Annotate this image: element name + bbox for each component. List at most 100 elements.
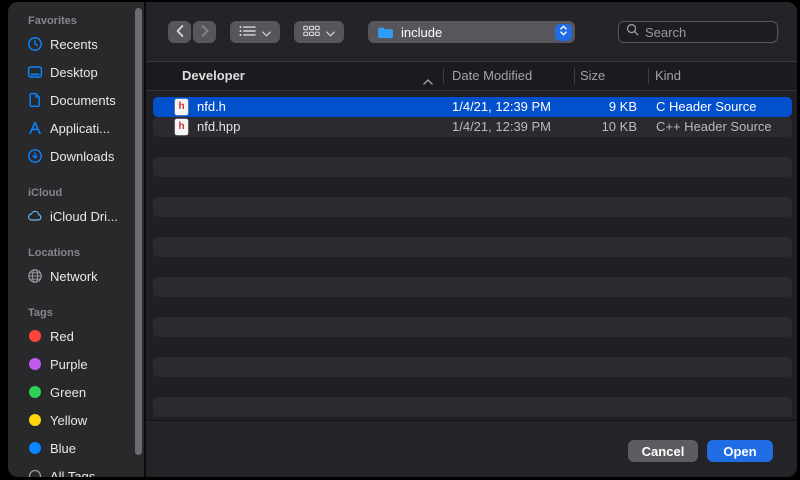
column-header-date-modified[interactable]: Date Modified <box>452 62 532 90</box>
circle-outline-icon <box>26 468 43 478</box>
column-header-size[interactable]: Size <box>580 62 605 90</box>
sidebar-item-documents[interactable]: Documents <box>8 86 144 114</box>
tag-dot-yellow <box>29 414 41 426</box>
sidebar-item-downloads[interactable]: Downloads <box>8 142 144 170</box>
screen: Favorites Recents Desktop Documents <box>0 0 800 480</box>
sidebar-item-label: Network <box>50 269 98 284</box>
list-view-dropdown[interactable] <box>230 21 280 43</box>
folder-stepper-button[interactable] <box>555 24 572 41</box>
cloud-icon <box>26 208 43 225</box>
sidebar-section-favorites: Favorites <box>8 12 144 30</box>
sidebar-item-label: Green <box>50 385 86 400</box>
sidebar-item-label: Applicati... <box>50 121 110 136</box>
sidebar-item-applications[interactable]: Applicati... <box>8 114 144 142</box>
file-name: nfd.hpp <box>197 117 240 137</box>
empty-row <box>153 217 792 237</box>
sidebar-scrollbar[interactable] <box>135 8 142 455</box>
column-divider <box>574 68 575 84</box>
file-list: h nfd.h 1/4/21, 12:39 PM 9 KB C Header S… <box>146 91 797 420</box>
sidebar-section-tags: Tags <box>8 304 144 322</box>
file-name: nfd.h <box>197 97 226 117</box>
sidebar-item-all-tags[interactable]: All Tags <box>8 462 144 477</box>
chevron-down-icon <box>262 25 271 40</box>
cpp-header-file-icon: h <box>175 119 188 135</box>
empty-row <box>153 317 792 337</box>
file-date: 1/4/21, 12:39 PM <box>452 117 551 137</box>
sidebar-item-recents[interactable]: Recents <box>8 30 144 58</box>
sidebar-section-icloud: iCloud <box>8 184 144 202</box>
tag-dot-purple <box>29 358 41 370</box>
sidebar-item-label: Purple <box>50 357 88 372</box>
sidebar-item-tag-purple[interactable]: Purple <box>8 350 144 378</box>
table-column-header: Developer Date Modified Size Kind <box>146 61 797 91</box>
dialog-footer: Cancel Open <box>146 420 797 477</box>
tag-dot-red <box>29 330 41 342</box>
current-folder-label: include <box>401 25 548 40</box>
sidebar-item-desktop[interactable]: Desktop <box>8 58 144 86</box>
search-icon <box>626 23 639 41</box>
group-view-dropdown[interactable] <box>294 21 344 43</box>
cancel-button[interactable]: Cancel <box>628 440 698 462</box>
download-circle-icon <box>26 148 43 165</box>
file-date: 1/4/21, 12:39 PM <box>452 97 551 117</box>
sidebar-item-label: Yellow <box>50 413 87 428</box>
file-open-dialog: Favorites Recents Desktop Documents <box>8 2 797 477</box>
sidebar-item-label: Downloads <box>50 149 114 164</box>
globe-icon <box>26 268 43 285</box>
empty-row <box>153 377 792 397</box>
empty-row <box>153 257 792 277</box>
chevron-left-icon <box>176 25 184 40</box>
empty-row <box>153 177 792 197</box>
sidebar-item-label: All Tags <box>50 469 95 478</box>
sidebar-item-icloud-drive[interactable]: iCloud Dri... <box>8 202 144 230</box>
empty-row <box>153 197 792 217</box>
tag-dot-blue <box>29 442 41 454</box>
sidebar-item-label: Red <box>50 329 74 344</box>
search-field[interactable] <box>618 21 778 43</box>
search-input[interactable] <box>645 25 770 40</box>
empty-row <box>153 137 792 157</box>
empty-row <box>153 337 792 357</box>
empty-row <box>153 357 792 377</box>
column-header-name[interactable]: Developer <box>182 62 245 90</box>
folder-icon <box>377 26 394 39</box>
empty-row <box>153 237 792 257</box>
desktop-icon <box>26 64 43 81</box>
appstore-icon <box>26 120 43 137</box>
toolbar: include <box>146 2 797 61</box>
up-down-chevrons-icon <box>559 24 568 40</box>
sidebar-item-label: Documents <box>50 93 116 108</box>
column-divider <box>443 68 444 84</box>
grid-view-icon <box>303 25 320 40</box>
empty-row <box>153 297 792 317</box>
sidebar: Favorites Recents Desktop Documents <box>8 2 146 477</box>
sidebar-item-label: Desktop <box>50 65 98 80</box>
sidebar-item-tag-blue[interactable]: Blue <box>8 434 144 462</box>
sort-ascending-icon <box>423 73 433 88</box>
sidebar-item-tag-yellow[interactable]: Yellow <box>8 406 144 434</box>
sidebar-item-network[interactable]: Network <box>8 262 144 290</box>
clock-icon <box>26 36 43 53</box>
nav-button-group <box>168 21 216 43</box>
file-row-nfd-h[interactable]: h nfd.h 1/4/21, 12:39 PM 9 KB C Header S… <box>153 97 792 117</box>
empty-row <box>153 277 792 297</box>
document-icon <box>26 92 43 109</box>
sidebar-section-locations: Locations <box>8 244 144 262</box>
open-button[interactable]: Open <box>707 440 773 462</box>
folder-path-dropdown[interactable]: include <box>368 21 575 43</box>
back-button[interactable] <box>168 21 191 43</box>
file-size: 9 KB <box>574 97 637 117</box>
tag-dot-green <box>29 386 41 398</box>
sidebar-item-label: Blue <box>50 441 76 456</box>
sidebar-item-tag-green[interactable]: Green <box>8 378 144 406</box>
file-kind: C++ Header Source <box>656 117 772 137</box>
chevron-right-icon <box>201 25 209 40</box>
file-kind: C Header Source <box>656 97 756 117</box>
forward-button[interactable] <box>193 21 216 43</box>
column-header-kind[interactable]: Kind <box>655 62 681 90</box>
file-row-nfd-hpp[interactable]: h nfd.hpp 1/4/21, 12:39 PM 10 KB C++ Hea… <box>153 117 792 137</box>
empty-row <box>153 397 792 417</box>
sidebar-item-tag-red[interactable]: Red <box>8 322 144 350</box>
list-view-icon <box>239 25 256 40</box>
chevron-down-icon <box>326 25 335 40</box>
